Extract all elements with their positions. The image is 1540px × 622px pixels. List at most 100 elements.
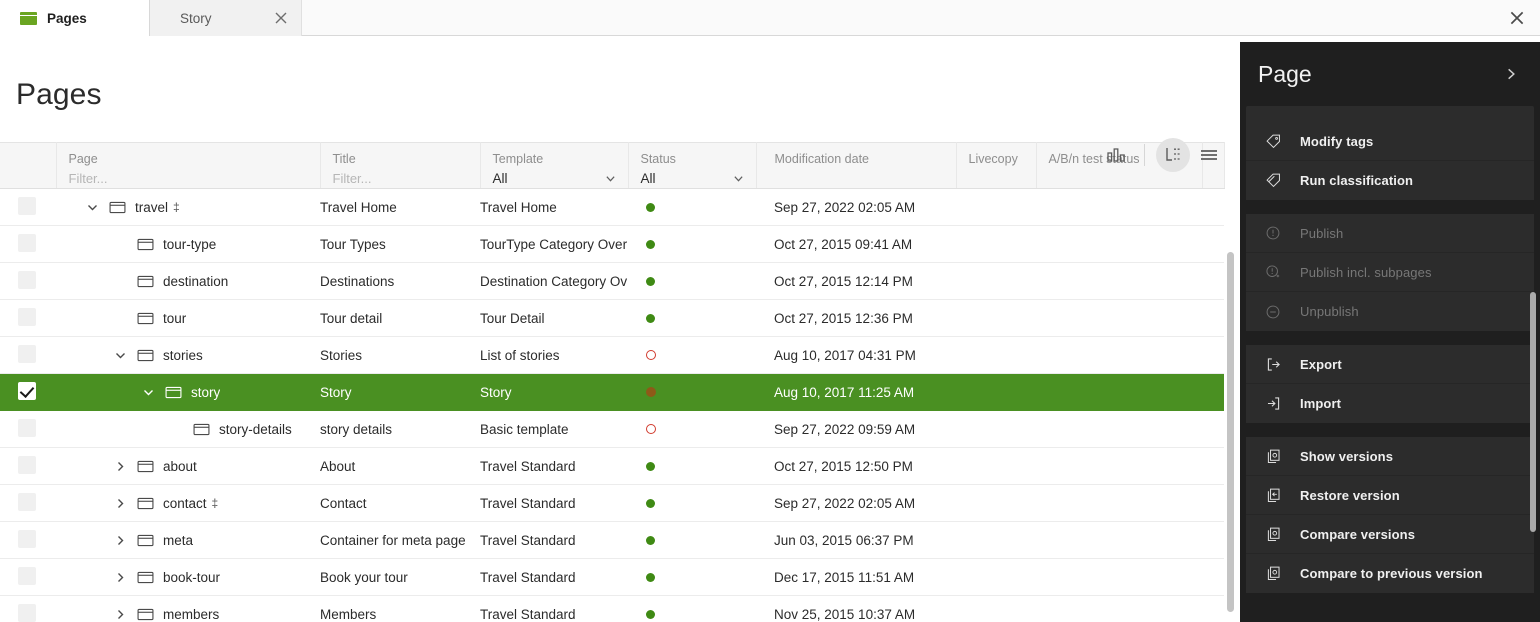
table-row[interactable]: membersMembersTravel StandardNov 25, 201… [0,596,1224,622]
row-checkbox-cell[interactable] [0,411,56,448]
row-checkbox[interactable] [18,382,36,400]
row-checkbox-cell[interactable] [0,337,56,374]
row-checkbox-cell[interactable] [0,189,56,226]
table-row[interactable]: destinationDestinationsDestination Categ… [0,263,1224,300]
chevron-right-icon[interactable] [1504,67,1518,81]
chevron-down-icon [605,173,616,184]
chevron-down-icon[interactable] [138,382,158,402]
row-checkbox[interactable] [18,567,36,585]
row-checkbox[interactable] [18,419,36,437]
rail-item-compare-versions[interactable]: Compare versions [1246,515,1534,554]
rail-item-modify-tags[interactable]: Modify tags [1246,122,1534,161]
chevron-right-icon[interactable] [110,530,130,550]
row-page-name: book-tour [163,570,220,585]
row-page-cell[interactable]: stories [56,337,320,374]
close-icon[interactable] [273,10,289,26]
row-checkbox-cell[interactable] [0,448,56,485]
chart-view-icon[interactable] [1099,138,1133,172]
row-checkbox[interactable] [18,345,36,363]
tab-story[interactable]: Story [150,0,302,36]
table-row[interactable]: story-detailsstory detailsBasic template… [0,411,1224,448]
table-row[interactable]: travel‡Travel HomeTravel HomeSep 27, 202… [0,189,1224,226]
row-page-cell[interactable]: story-details [56,411,320,448]
table-row[interactable]: tour-typeTour TypesTourType Category Ove… [0,226,1224,263]
row-checkbox[interactable] [18,530,36,548]
row-abtest [1036,374,1202,411]
row-page-cell[interactable]: book-tour [56,559,320,596]
row-checkbox-cell[interactable] [0,559,56,596]
row-checkbox[interactable] [18,271,36,289]
page-filter-input[interactable]: Filter... [57,169,320,188]
row-abtest [1036,411,1202,448]
row-livecopy [956,485,1036,522]
chevron-right-icon[interactable] [110,493,130,513]
row-template: Destination Category Ov [480,263,628,300]
close-window-icon[interactable] [1508,9,1526,27]
table-row[interactable]: book-tourBook your tourTravel StandardDe… [0,559,1224,596]
row-page-cell[interactable]: members [56,596,320,622]
row-template: Travel Standard [480,559,628,596]
row-checkbox-cell[interactable] [0,263,56,300]
table-row[interactable]: storiesStoriesList of storiesAug 10, 201… [0,337,1224,374]
row-livecopy [956,596,1036,622]
row-checkbox-cell[interactable] [0,485,56,522]
status-filter-select[interactable]: All [629,169,756,188]
rail-item-import[interactable]: Import [1246,384,1534,423]
row-page-name: destination [163,274,228,289]
row-page-name: travel [135,200,168,215]
tab-pages[interactable]: Pages [0,0,150,36]
list-view-icon[interactable] [1192,138,1226,172]
row-checkbox[interactable] [18,493,36,511]
th-select-all[interactable] [0,143,56,189]
row-checkbox[interactable] [18,234,36,252]
rail-item-run-classification[interactable]: Run classification [1246,161,1534,200]
table-row[interactable]: contact‡ContactTravel StandardSep 27, 20… [0,485,1224,522]
row-status-cell [628,522,756,559]
row-checkbox[interactable] [18,604,36,622]
row-checkbox-cell[interactable] [0,374,56,411]
row-page-cell[interactable]: tour-type [56,226,320,263]
chevron-down-icon [733,173,744,184]
table-row[interactable]: metaContainer for meta pageTravel Standa… [0,522,1224,559]
row-checkbox-cell[interactable] [0,300,56,337]
row-page-cell[interactable]: meta [56,522,320,559]
table-row[interactable]: tourTour detailTour DetailOct 27, 2015 1… [0,300,1224,337]
row-page-cell[interactable]: tour [56,300,320,337]
chevron-right-icon[interactable] [110,567,130,587]
chevron-right-icon[interactable] [110,604,130,622]
rail-item-restore-version[interactable]: Restore version [1246,476,1534,515]
row-checkbox-cell[interactable] [0,226,56,263]
tree-view-icon[interactable] [1156,138,1190,172]
title-filter-input[interactable]: Filter... [321,169,480,188]
chevron-down-icon[interactable] [110,345,130,365]
row-page-cell[interactable]: contact‡ [56,485,320,522]
rail-title: Page [1258,61,1312,88]
main-vertical-scrollbar[interactable] [1227,252,1234,612]
rail-vertical-scrollbar[interactable] [1530,292,1536,532]
row-page-cell[interactable]: about [56,448,320,485]
table-row[interactable]: storyStoryStoryAug 10, 2017 11:25 AM [0,374,1224,411]
template-filter-select[interactable]: All [481,169,628,188]
row-template: Story [480,374,628,411]
row-checkbox-cell[interactable] [0,522,56,559]
row-spacer [1202,263,1224,300]
livecopy-badge-icon: ‡ [212,496,219,510]
row-page-cell[interactable]: travel‡ [56,189,320,226]
rail-item-show-versions[interactable]: Show versions [1246,437,1534,476]
row-checkbox[interactable] [18,456,36,474]
row-checkbox[interactable] [18,197,36,215]
rail-item-label: Show versions [1300,449,1393,464]
rail-item-export[interactable]: Export [1246,345,1534,384]
page-action-rail: Page Modify tagsRun classificationPublis… [1240,42,1540,622]
row-modification-date: Jun 03, 2015 06:37 PM [756,522,956,559]
row-checkbox[interactable] [18,308,36,326]
page-icon [137,238,154,251]
table-row[interactable]: aboutAboutTravel StandardOct 27, 2015 12… [0,448,1224,485]
row-page-cell[interactable]: destination [56,263,320,300]
chevron-right-icon[interactable] [110,456,130,476]
row-checkbox-cell[interactable] [0,596,56,622]
row-page-cell[interactable]: story [56,374,320,411]
chevron-down-icon[interactable] [82,197,102,217]
tag-icon [1246,133,1300,150]
rail-item-compare-to-previous-version[interactable]: Compare to previous version [1246,554,1534,593]
